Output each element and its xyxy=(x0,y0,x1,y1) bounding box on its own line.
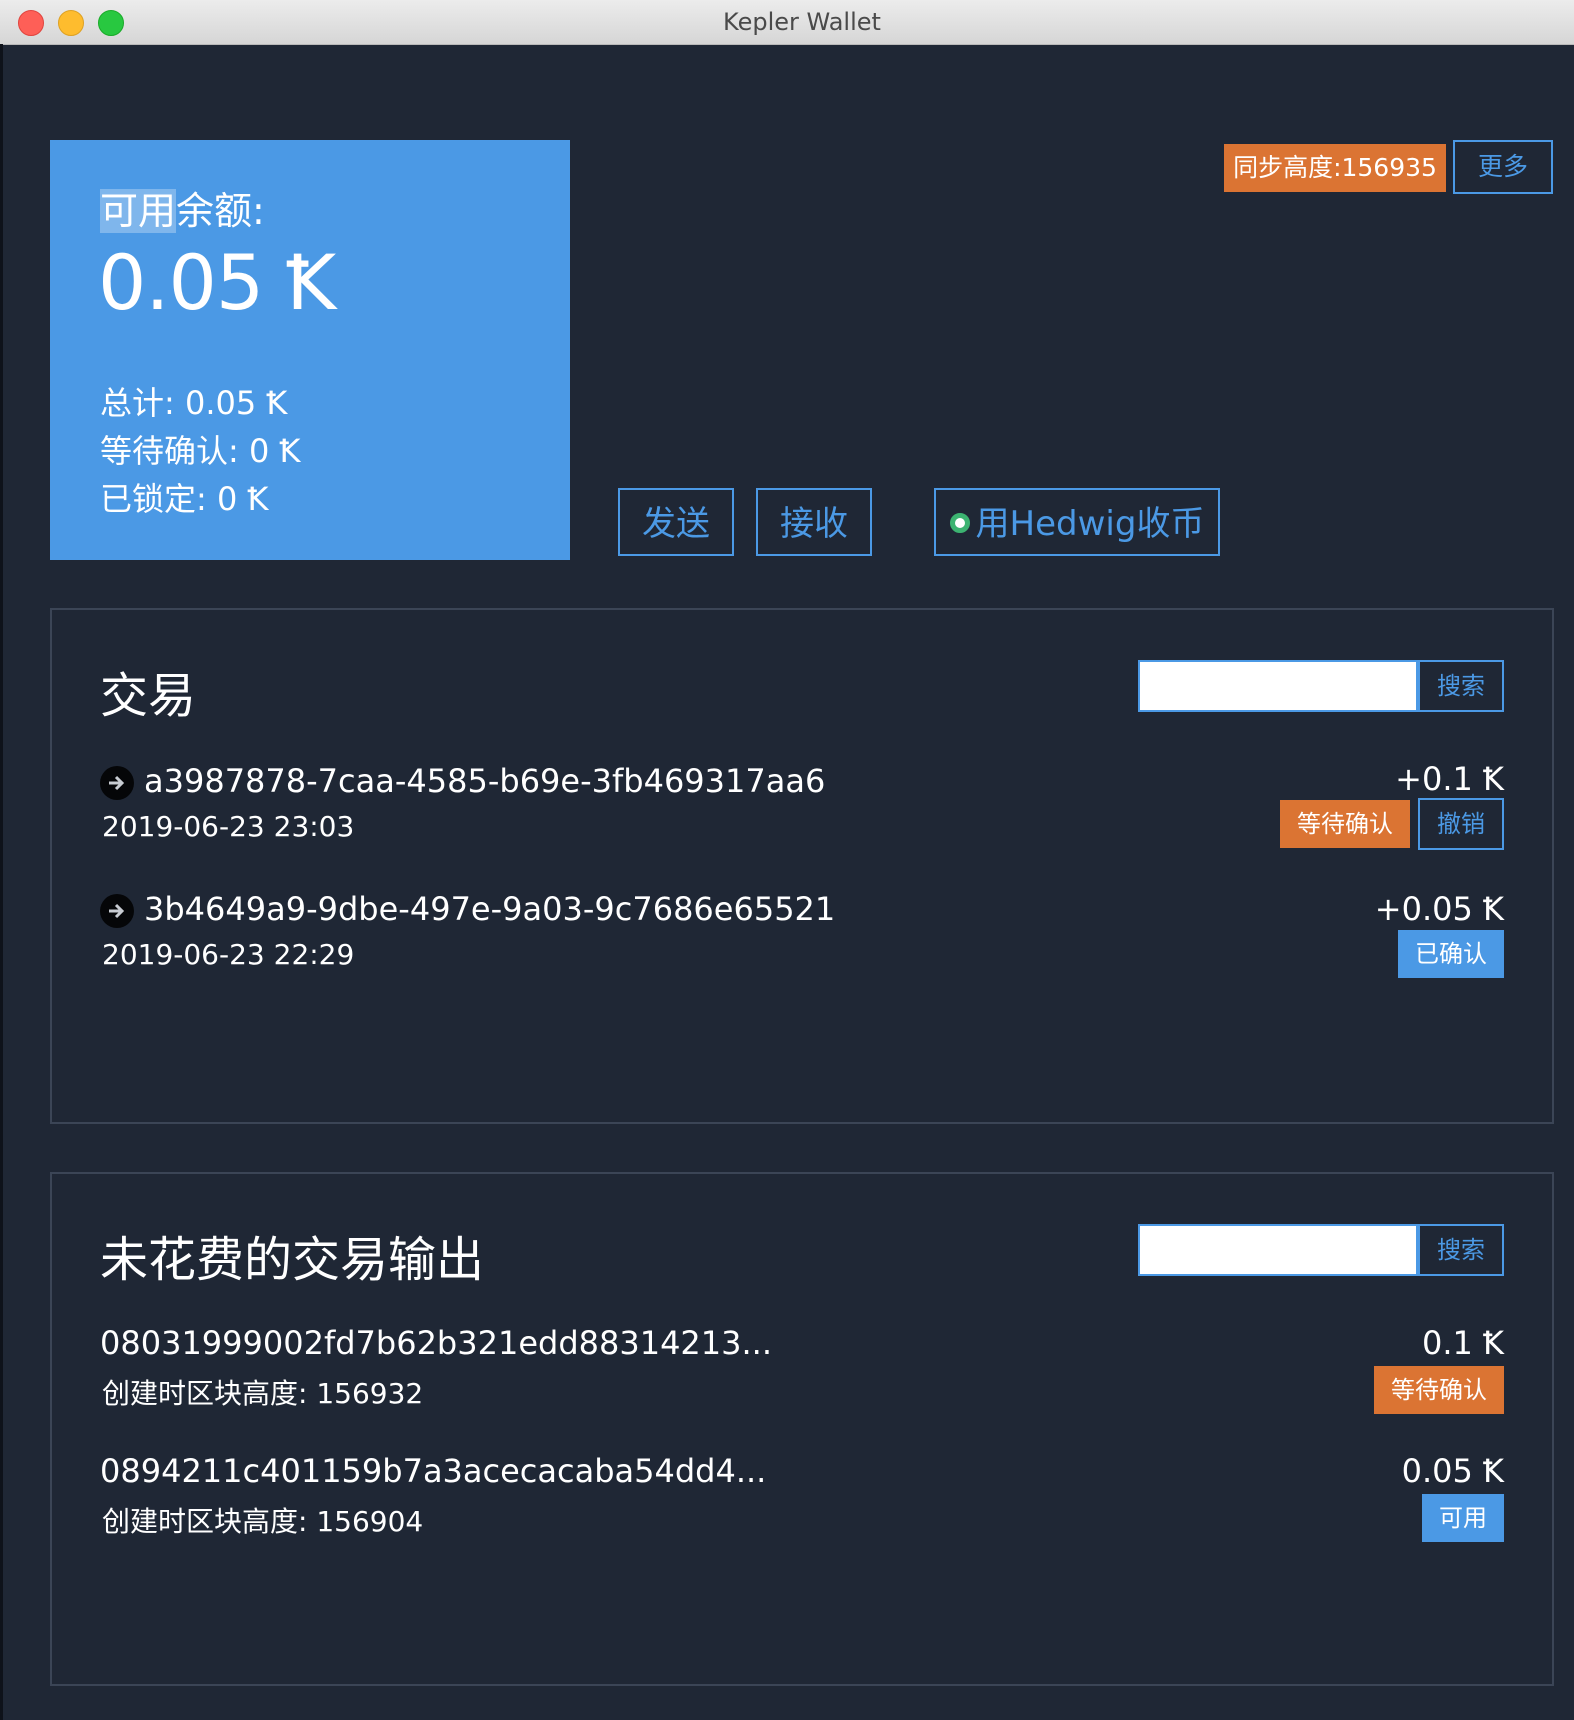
utxo-commit: 0894211c401159b7a3acecacaba54dd4... xyxy=(100,1452,767,1490)
utxo-block-height: 创建时区块高度: 156904 xyxy=(102,1505,424,1538)
send-button[interactable]: 发送 xyxy=(618,488,734,556)
utxo-search-input[interactable] xyxy=(1138,1224,1418,1276)
transactions-panel: 交易 搜索 a3987878-7caa-4585-b69e-3fb469317a… xyxy=(50,608,1554,1124)
receive-button[interactable]: 接收 xyxy=(756,488,872,556)
balance-label-text: 余额: xyxy=(176,189,265,233)
selected-text: 可用 xyxy=(100,189,177,233)
transaction-amount: +0.1 Ꝁ xyxy=(1395,760,1504,798)
pending-status-badge: 等待确认 xyxy=(1374,1366,1504,1414)
available-status-badge: 可用 xyxy=(1422,1494,1504,1542)
transaction-id: 3b4649a9-9dbe-497e-9a03-9c7686e65521 xyxy=(144,890,836,928)
pending-status-badge: 等待确认 xyxy=(1280,800,1410,848)
utxo-amount: 0.05 Ꝁ xyxy=(1401,1452,1504,1490)
available-balance-label: 可用余额: xyxy=(100,180,265,235)
hedwig-button-label: 用Hedwig收币 xyxy=(975,504,1205,544)
utxo-title: 未花费的交易输出 xyxy=(100,1232,485,1288)
utxo-commit: 08031999002fd7b62b321edd88314213... xyxy=(100,1324,773,1362)
more-button[interactable]: 更多 xyxy=(1453,140,1553,194)
status-dot-icon xyxy=(949,512,970,533)
window-edge xyxy=(0,44,3,1720)
utxo-amount: 0.1 Ꝁ xyxy=(1421,1324,1504,1362)
transactions-search-input[interactable] xyxy=(1138,660,1418,712)
available-balance-amount: 0.05 Ꝁ xyxy=(98,238,336,327)
utxo-block-height: 创建时区块高度: 156932 xyxy=(102,1377,424,1410)
app-window: Kepler Wallet 可用余额: 0.05 Ꝁ 总计: 0.05 Ꝁ 等待… xyxy=(0,0,1574,1720)
transactions-title: 交易 xyxy=(100,668,197,724)
cancel-button[interactable]: 撤销 xyxy=(1418,798,1504,850)
transaction-amount: +0.05 Ꝁ xyxy=(1374,890,1504,928)
balance-card: 可用余额: 0.05 Ꝁ 总计: 0.05 Ꝁ 等待确认: 0 Ꝁ 已锁定: 0… xyxy=(50,140,570,560)
utxo-search-button[interactable]: 搜索 xyxy=(1418,1224,1504,1276)
arrow-right-icon xyxy=(100,766,134,800)
transaction-time: 2019-06-23 22:29 xyxy=(102,938,355,971)
transaction-time: 2019-06-23 23:03 xyxy=(102,810,355,843)
arrow-right-icon xyxy=(100,894,134,928)
total-balance: 总计: 0.05 Ꝁ xyxy=(100,384,288,422)
title-bar: Kepler Wallet xyxy=(0,0,1574,45)
pending-balance: 等待确认: 0 Ꝁ xyxy=(100,432,301,470)
utxo-panel: 未花费的交易输出 搜索 08031999002fd7b62b321edd8831… xyxy=(50,1172,1554,1686)
sync-height-badge: 同步高度:156935 xyxy=(1224,144,1446,192)
hedwig-receive-button[interactable]: 用Hedwig收币 xyxy=(934,488,1220,556)
locked-balance: 已锁定: 0 Ꝁ xyxy=(100,480,269,518)
transactions-search-button[interactable]: 搜索 xyxy=(1418,660,1504,712)
transaction-id: a3987878-7caa-4585-b69e-3fb469317aa6 xyxy=(144,762,826,800)
confirmed-status-badge: 已确认 xyxy=(1398,930,1504,978)
window-title: Kepler Wallet xyxy=(723,8,881,36)
